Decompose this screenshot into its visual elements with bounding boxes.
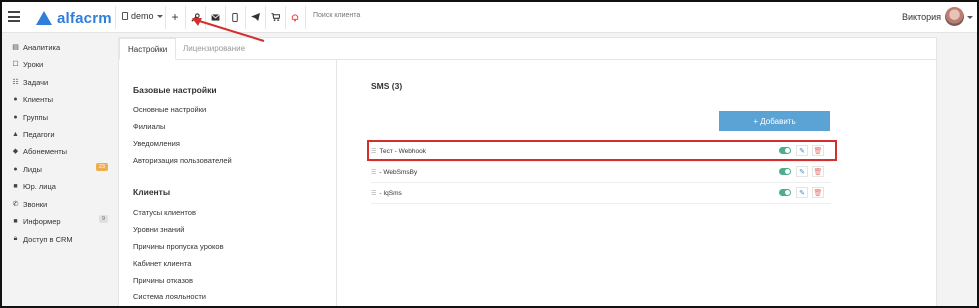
link-client-statuses[interactable]: Статусы клиентов bbox=[133, 208, 196, 217]
sms-row-label: - IqSms bbox=[379, 190, 402, 197]
logo[interactable]: alfacrm bbox=[36, 9, 112, 27]
sidebar: ▤ Аналитика ☐ Уроки ☷ Задачи ● Клиенты ● Груп… bbox=[2, 33, 114, 306]
sidebar-item-groups[interactable]: ● Группы bbox=[11, 110, 111, 124]
branch-label: demo bbox=[131, 11, 154, 21]
people-icon: ● bbox=[13, 165, 18, 173]
list-icon: ☰ bbox=[371, 191, 377, 197]
tasks-icon: ☷ bbox=[12, 79, 19, 86]
sms-row[interactable]: ☰ - WebSmsBy ✎ 🗑︎ bbox=[371, 163, 831, 183]
sidebar-item-legal-entities[interactable]: ■ Юр. лица bbox=[11, 179, 111, 193]
annotation-arrow bbox=[192, 18, 265, 42]
section-title-clients: Клиенты bbox=[133, 187, 171, 197]
informer-badge: 9 bbox=[98, 215, 108, 223]
link-main-settings[interactable]: Основные настройки bbox=[133, 105, 206, 114]
sidebar-item-label: Задачи bbox=[23, 77, 49, 87]
sidebar-item-label: Группы bbox=[23, 112, 48, 122]
leads-badge: 23 bbox=[95, 163, 108, 171]
settings-menu: Базовые настройки Основные настройки Фил… bbox=[119, 60, 337, 306]
sidebar-item-crm-access[interactable]: 🔒︎ Доступ в CRM bbox=[11, 232, 111, 246]
user-name[interactable]: Виктория bbox=[902, 12, 941, 22]
sidebar-item-label: Клиенты bbox=[23, 94, 54, 104]
tab-settings[interactable]: Настройки bbox=[119, 38, 177, 60]
logo-icon bbox=[36, 11, 52, 25]
add-button[interactable]: + Добавить bbox=[719, 111, 830, 131]
branch-selector[interactable]: demo bbox=[122, 11, 163, 21]
divider bbox=[165, 6, 166, 29]
sidebar-item-subscriptions[interactable]: ◆ Абонементы bbox=[11, 144, 111, 158]
sms-title: SMS (3) bbox=[371, 81, 403, 91]
lock-icon: 🔒︎ bbox=[13, 235, 18, 242]
briefcase-icon: ■ bbox=[13, 182, 18, 190]
sidebar-item-analytics[interactable]: ▤ Аналитика bbox=[11, 40, 111, 54]
enabled-toggle[interactable] bbox=[779, 168, 791, 175]
sidebar-item-label: Абонементы bbox=[23, 146, 68, 156]
logo-text: alfacrm bbox=[57, 9, 112, 27]
document-icon bbox=[122, 12, 128, 20]
sidebar-item-informer[interactable]: ■ Информер 9 bbox=[11, 214, 111, 228]
tag-icon: ◆ bbox=[12, 148, 19, 155]
divider bbox=[285, 6, 286, 29]
divider bbox=[305, 6, 306, 29]
phone-icon: ✆ bbox=[12, 201, 19, 208]
square-icon: ☐ bbox=[12, 61, 19, 68]
sms-row[interactable]: ☰ - IqSms ✎ 🗑︎ bbox=[371, 184, 831, 204]
chevron-down-icon[interactable] bbox=[967, 16, 973, 19]
sidebar-item-label: Лиды bbox=[23, 164, 42, 174]
sidebar-item-label: Уроки bbox=[23, 59, 44, 69]
sidebar-item-label: Звонки bbox=[23, 199, 48, 209]
search-input[interactable] bbox=[313, 12, 463, 19]
box-icon: ■ bbox=[13, 217, 18, 225]
link-absence-reasons[interactable]: Причины пропуска уроков bbox=[133, 242, 224, 251]
link-knowledge-levels[interactable]: Уровни знаний bbox=[133, 225, 184, 234]
settings-card: Настройки Лицензирование Базовые настрой… bbox=[118, 37, 937, 306]
sidebar-item-leads[interactable]: ● Лиды 23 bbox=[11, 162, 111, 176]
divider bbox=[185, 6, 186, 29]
app-frame: alfacrm demo + Поиск клиента Виктория ▤ … bbox=[0, 0, 979, 308]
highlight-box bbox=[367, 140, 837, 161]
link-user-auth[interactable]: Авторизация пользователей bbox=[133, 156, 232, 165]
sidebar-item-label: Доступ в CRM bbox=[23, 234, 73, 244]
link-branches[interactable]: Филиалы bbox=[133, 122, 165, 131]
sidebar-item-clients[interactable]: ● Клиенты bbox=[11, 92, 111, 106]
users-icon: ● bbox=[13, 113, 18, 121]
plus-icon[interactable]: + bbox=[167, 9, 183, 25]
sidebar-item-label: Юр. лица bbox=[23, 181, 56, 191]
graduation-icon: ▲ bbox=[12, 130, 19, 138]
chevron-down-icon bbox=[156, 14, 163, 18]
sidebar-item-calls[interactable]: ✆ Звонки bbox=[11, 197, 111, 211]
sidebar-item-lessons[interactable]: ☐ Уроки bbox=[11, 57, 111, 71]
enabled-toggle[interactable] bbox=[779, 189, 791, 196]
edit-icon[interactable]: ✎ bbox=[796, 166, 808, 177]
sidebar-item-label: Информер bbox=[23, 216, 61, 226]
section-title-base: Базовые настройки bbox=[133, 85, 217, 95]
link-loyalty-system[interactable]: Система лояльности bbox=[133, 292, 206, 301]
edit-icon[interactable]: ✎ bbox=[796, 187, 808, 198]
trash-icon[interactable]: 🗑︎ bbox=[812, 166, 824, 177]
sidebar-item-label: Педагоги bbox=[23, 129, 55, 139]
sidebar-item-label: Аналитика bbox=[23, 42, 61, 52]
user-icon: ● bbox=[13, 95, 18, 103]
divider bbox=[115, 6, 116, 29]
link-notifications[interactable]: Уведомления bbox=[133, 139, 180, 148]
sidebar-item-tasks[interactable]: ☷ Задачи bbox=[11, 75, 111, 89]
link-client-cabinet[interactable]: Кабинет клиента bbox=[133, 259, 191, 268]
sidebar-item-teachers[interactable]: ▲ Педагоги bbox=[11, 127, 111, 141]
link-refusal-reasons[interactable]: Причины отказов bbox=[133, 276, 193, 285]
top-bar: alfacrm demo + Поиск клиента Виктория bbox=[2, 2, 977, 33]
trash-icon[interactable]: 🗑︎ bbox=[812, 187, 824, 198]
chart-icon: ▤ bbox=[12, 44, 19, 51]
menu-icon[interactable] bbox=[8, 11, 20, 22]
avatar[interactable] bbox=[945, 7, 964, 26]
list-icon: ☰ bbox=[371, 170, 377, 176]
bell-icon[interactable] bbox=[287, 9, 303, 25]
sms-row-label: - WebSmsBy bbox=[379, 169, 418, 176]
